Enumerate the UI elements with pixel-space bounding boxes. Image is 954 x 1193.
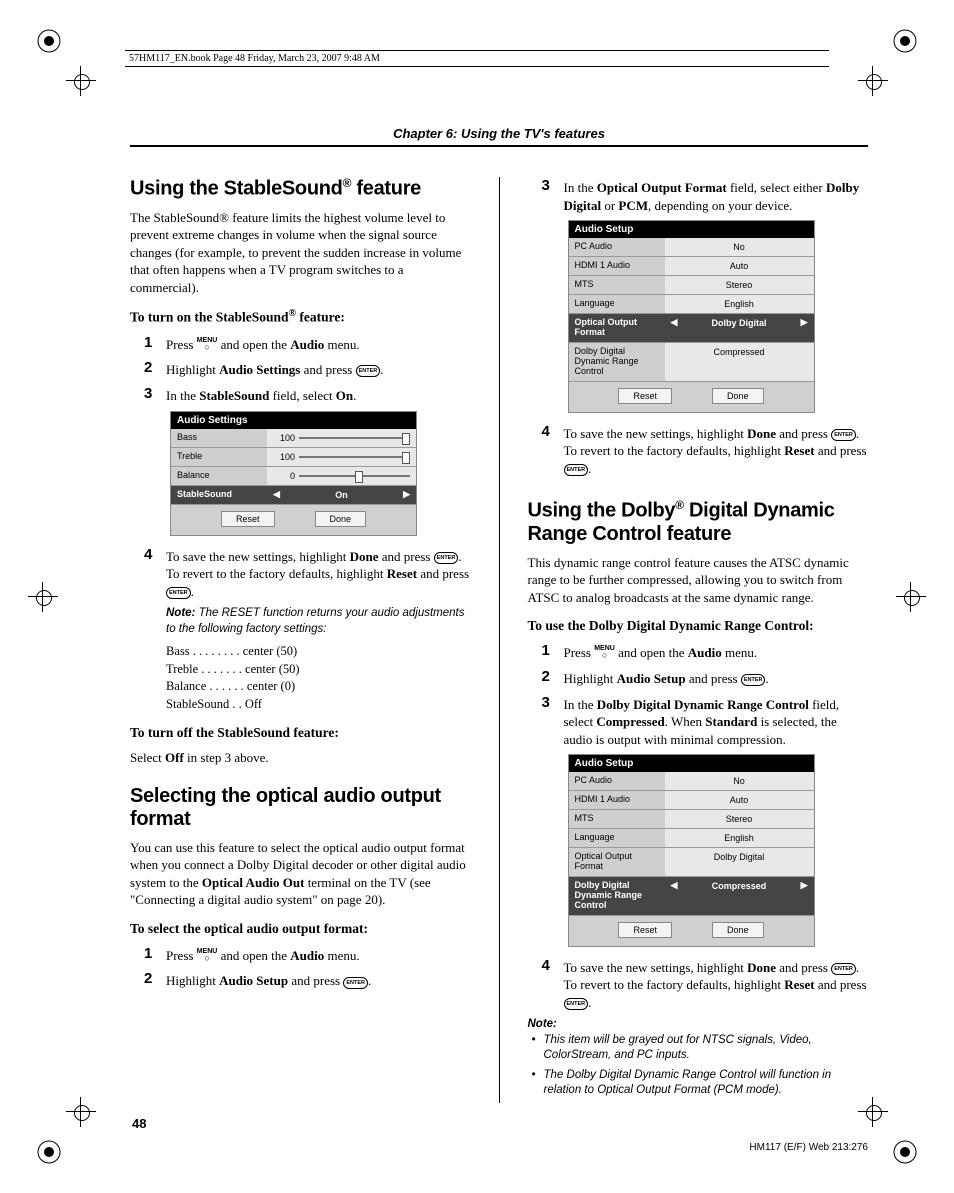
step-4: 4 To save the new settings, highlight Do… [542, 423, 869, 478]
factory-defaults-list: Bass . . . . . . . . center (50) Treble … [166, 643, 471, 713]
enter-button-icon: ENTER [166, 587, 191, 599]
reset-button: Reset [618, 922, 672, 938]
enter-button-icon: ENTER [356, 365, 381, 377]
subhead-select-optical: To select the optical audio output forma… [130, 921, 471, 937]
right-arrow-icon: ▶ [801, 317, 808, 328]
step-2: 2 Highlight Audio Settings and press ENT… [144, 359, 471, 379]
dolby-intro: This dynamic range control feature cause… [528, 554, 869, 607]
enter-button-icon: ENTER [831, 429, 856, 441]
step-2: 2 Highlight Audio Setup and press ENTER. [542, 668, 869, 688]
right-column: 3 In the Optical Output Format field, se… [528, 177, 869, 1103]
done-button: Done [315, 511, 367, 527]
reset-button: Reset [221, 511, 275, 527]
menu-button-icon: MENU○ [197, 337, 218, 350]
registration-mark-icon [36, 28, 62, 54]
registration-mark-icon [36, 1139, 62, 1165]
menu-button-icon: MENU○ [594, 645, 615, 658]
done-button: Done [712, 388, 764, 404]
turn-off-instruction: Select Off in step 3 above. [130, 749, 471, 767]
source-file-meta: 57HM117_EN.book Page 48 Friday, March 23… [125, 50, 829, 67]
column-divider [499, 177, 500, 1103]
section-heading-optical-output: Selecting the optical audio output forma… [130, 785, 471, 831]
crop-mark-icon [28, 582, 58, 612]
enter-button-icon: ENTER [741, 674, 766, 686]
revision-code: HM117 (E/F) Web 213:276 [749, 1142, 868, 1153]
right-arrow-icon: ▶ [801, 880, 808, 891]
crop-mark-icon [66, 1097, 96, 1127]
enter-button-icon: ENTER [434, 552, 459, 564]
step-1: 1 Press MENU○ and open the Audio menu. [542, 642, 869, 662]
audio-settings-menu: Audio Settings Bass100 Treble100 Balance… [170, 411, 417, 536]
optical-intro: You can use this feature to select the o… [130, 839, 471, 909]
right-arrow-icon: ▶ [403, 489, 410, 500]
menu-button-icon: MENU○ [197, 948, 218, 961]
note-reset: Note: The RESET function returns your au… [166, 606, 471, 637]
left-arrow-icon: ◀ [273, 489, 280, 500]
chapter-title: Chapter 6: Using the TV's features [130, 126, 868, 147]
step-3: 3 In the StableSound field, select On. [144, 385, 471, 405]
section-heading-stablesound: Using the StableSound® feature [130, 177, 471, 201]
section-heading-dolby-drc: Using the Dolby® Digital Dynamic Range C… [528, 499, 869, 546]
left-column: Using the StableSound® feature The Stabl… [130, 177, 471, 1103]
menu-title: Audio Settings [171, 412, 416, 429]
page-number: 48 [132, 1116, 146, 1131]
step-1: 1 Press MENU○ and open the Audio menu. [144, 945, 471, 965]
enter-button-icon: ENTER [343, 977, 368, 989]
step-2: 2 Highlight Audio Setup and press ENTER. [144, 970, 471, 990]
intro-paragraph: The StableSound® feature limits the high… [130, 209, 471, 297]
note-block: Note: This item will be grayed out for N… [528, 1017, 869, 1099]
registration-mark-icon [892, 1139, 918, 1165]
audio-setup-menu-optical: Audio Setup PC AudioNo HDMI 1 AudioAuto … [568, 220, 815, 412]
crop-mark-icon [66, 66, 96, 96]
step-3: 3 In the Optical Output Format field, se… [542, 177, 869, 214]
audio-setup-menu-drc: Audio Setup PC AudioNo HDMI 1 AudioAuto … [568, 754, 815, 946]
step-4: 4 To save the new settings, highlight Do… [144, 546, 471, 601]
done-button: Done [712, 922, 764, 938]
left-arrow-icon: ◀ [671, 880, 678, 891]
step-3: 3 In the Dolby Digital Dynamic Range Con… [542, 694, 869, 749]
enter-button-icon: ENTER [564, 464, 589, 476]
enter-button-icon: ENTER [831, 963, 856, 975]
step-4: 4 To save the new settings, highlight Do… [542, 957, 869, 1012]
left-arrow-icon: ◀ [671, 317, 678, 328]
enter-button-icon: ENTER [564, 998, 589, 1010]
subhead-turn-off-stablesound: To turn off the StableSound feature: [130, 725, 471, 741]
registration-mark-icon [892, 28, 918, 54]
subhead-turn-on-stablesound: To turn on the StableSound® feature: [130, 308, 471, 326]
crop-mark-icon [896, 582, 926, 612]
step-1: 1 Press MENU○ and open the Audio menu. [144, 334, 471, 354]
reset-button: Reset [618, 388, 672, 404]
crop-mark-icon [858, 66, 888, 96]
subhead-use-dolby-drc: To use the Dolby Digital Dynamic Range C… [528, 618, 869, 634]
